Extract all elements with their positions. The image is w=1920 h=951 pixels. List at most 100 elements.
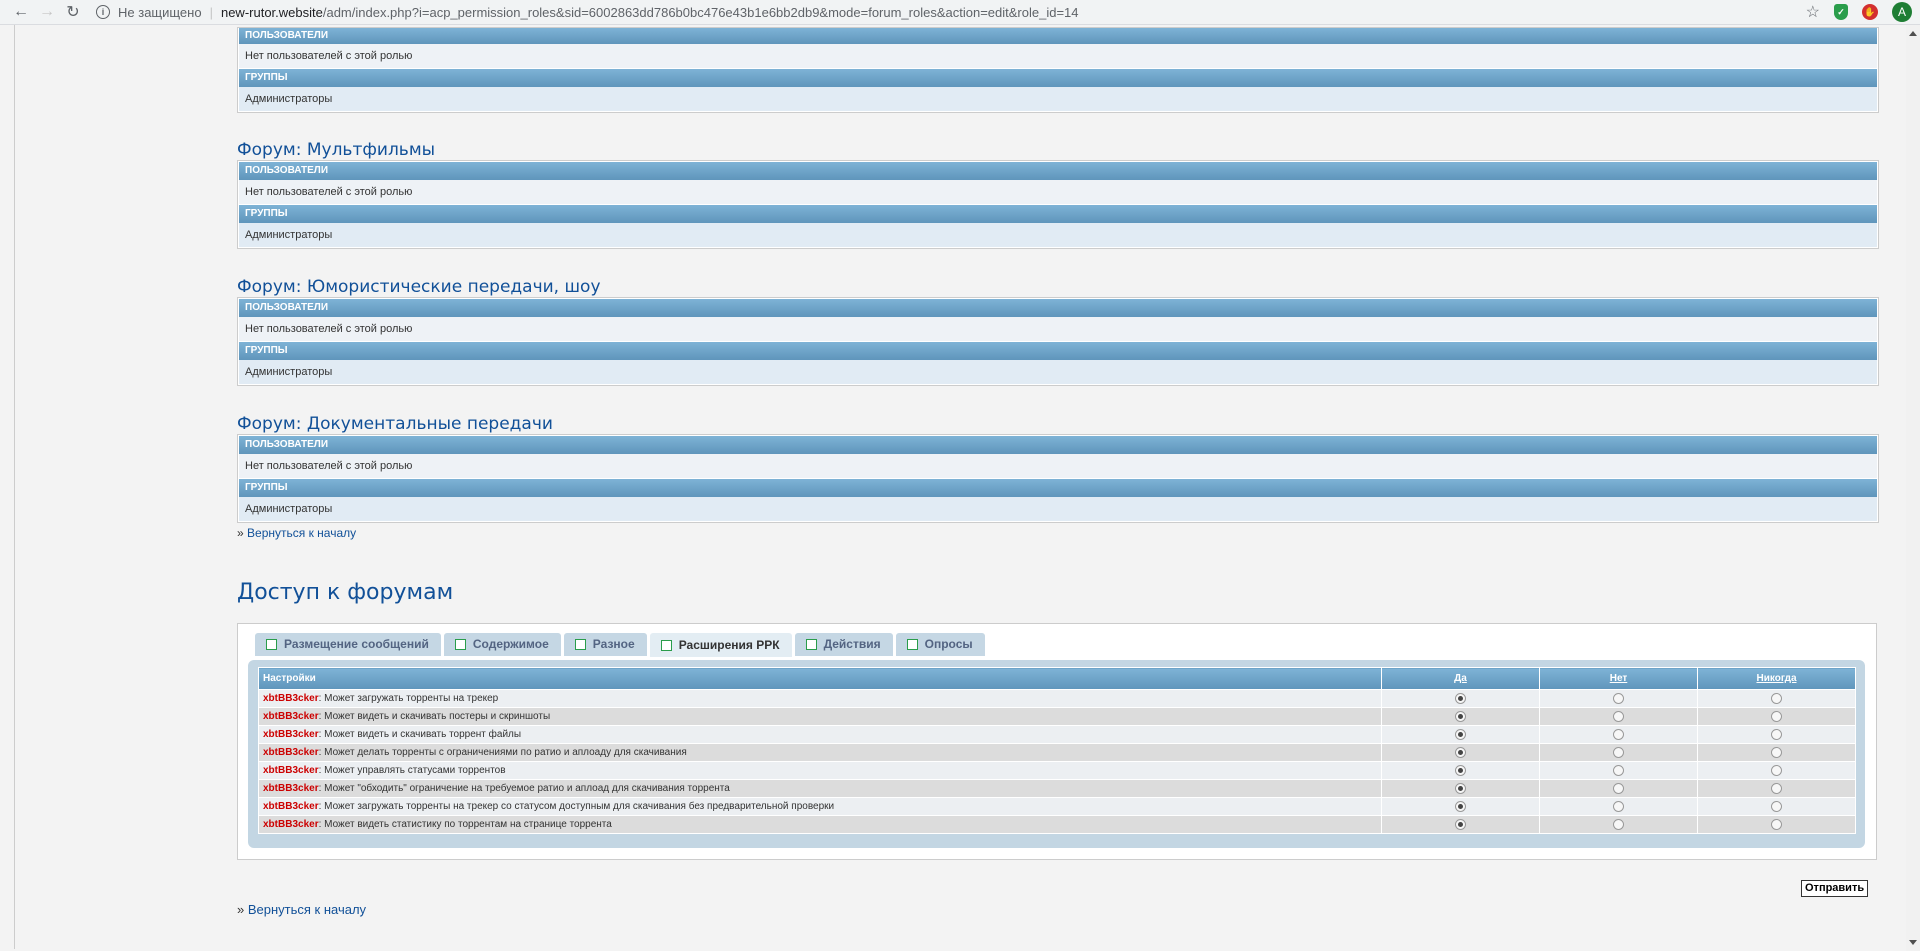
raquo-icon: »	[237, 902, 248, 917]
status-square-icon	[454, 639, 466, 650]
insecure-label[interactable]: Не защищено	[118, 5, 202, 20]
radio-no[interactable]	[1613, 800, 1624, 812]
permission-text: Может видеть и скачивать постеры и скрин…	[324, 711, 551, 722]
tab-rrk-extensions[interactable]: Расширения РРК	[649, 633, 792, 657]
url-path: /adm/index.php?i=acp_permission_roles&si…	[322, 4, 1079, 20]
groups-header: ГРУППЫ	[239, 479, 1877, 497]
forward-arrow-icon[interactable]: →	[34, 3, 60, 21]
tab-misc[interactable]: Разное	[563, 633, 647, 656]
radio-never[interactable]	[1771, 692, 1782, 704]
radio-never[interactable]	[1771, 728, 1782, 740]
radio-no[interactable]	[1613, 710, 1624, 722]
back-to-top-link[interactable]: » Вернуться к началу	[237, 902, 366, 917]
permission-row: xbtBB3cker: Может видеть и скачивать пос…	[258, 707, 1856, 726]
users-header: ПОЛЬЗОВАТЕЛИ	[239, 28, 1877, 44]
permission-row: xbtBB3cker: Может "обходить" ограничение…	[258, 779, 1856, 798]
groups-header: ГРУППЫ	[239, 69, 1877, 87]
users-value: Нет пользователей с этой ролью	[239, 44, 1877, 68]
radio-no[interactable]	[1613, 746, 1624, 758]
status-square-icon	[266, 639, 277, 650]
users-header: ПОЛЬЗОВАТЕЛИ	[239, 299, 1877, 317]
url-host: new-rutor.website	[220, 4, 323, 20]
radio-yes[interactable]	[1455, 764, 1466, 776]
permission-prefix: xbtBB3cker	[263, 747, 319, 758]
permission-row: xbtBB3cker: Может видеть статистику по т…	[258, 815, 1856, 834]
radio-cell-no	[1539, 761, 1698, 780]
tab-polls[interactable]: Опросы	[895, 633, 985, 656]
radio-never[interactable]	[1771, 818, 1782, 830]
permissions-panel: Размещение сообщений Содержимое Разное Р…	[237, 623, 1877, 860]
avatar[interactable]: A	[1892, 2, 1912, 22]
forum-block: ПОЛЬЗОВАТЕЛИ Нет пользователей с этой ро…	[237, 160, 1879, 249]
forum-title: Форум: Мультфильмы	[237, 140, 436, 160]
address-bar[interactable]: new-rutor.website/adm/index.php?i=acp_pe…	[221, 5, 1079, 20]
permission-tabs: Размещение сообщений Содержимое Разное Р…	[255, 633, 985, 657]
radio-never[interactable]	[1771, 710, 1782, 722]
bookmark-star-icon[interactable]: ☆	[1806, 2, 1820, 22]
tab-actions[interactable]: Действия	[794, 633, 893, 656]
users-value: Нет пользователей с этой ролью	[239, 317, 1877, 341]
scroll-down-arrow-icon[interactable]	[1909, 940, 1917, 945]
scrollbar[interactable]	[1906, 25, 1920, 951]
radio-yes[interactable]	[1455, 818, 1466, 830]
groups-value: Администраторы	[239, 497, 1877, 521]
shield-extension-icon[interactable]: ✓	[1834, 4, 1848, 20]
radio-no[interactable]	[1613, 764, 1624, 776]
radio-yes[interactable]	[1455, 710, 1466, 722]
radio-no[interactable]	[1613, 692, 1624, 704]
permission-prefix: xbtBB3cker	[263, 765, 319, 776]
back-to-top-link[interactable]: » Вернуться к началу	[237, 526, 356, 540]
permission-prefix: xbtBB3cker	[263, 801, 319, 812]
permission-row: xbtBB3cker: Может делать торренты с огра…	[258, 743, 1856, 762]
radio-cell-yes	[1381, 779, 1540, 798]
radio-no[interactable]	[1613, 728, 1624, 740]
permissions-table: Настройки Да Нет Никогда xbtBB3cker: Мож…	[258, 667, 1856, 834]
back-arrow-icon[interactable]: ←	[8, 3, 34, 21]
permission-label: xbtBB3cker: Может видеть и скачивать пос…	[258, 707, 1382, 726]
radio-cell-yes	[1381, 725, 1540, 744]
permission-label: xbtBB3cker: Может видеть статистику по т…	[258, 815, 1382, 834]
radio-cell-yes	[1381, 689, 1540, 708]
col-no-link[interactable]: Нет	[1539, 667, 1698, 690]
col-never-link[interactable]: Никогда	[1697, 667, 1856, 690]
radio-never[interactable]	[1771, 782, 1782, 794]
radio-cell-no	[1539, 815, 1698, 834]
url-separator: |	[209, 4, 213, 20]
radio-yes[interactable]	[1455, 782, 1466, 794]
radio-never[interactable]	[1771, 746, 1782, 758]
radio-no[interactable]	[1613, 782, 1624, 794]
radio-yes[interactable]	[1455, 692, 1466, 704]
submit-button[interactable]: Отправить	[1801, 880, 1869, 897]
col-yes-link[interactable]: Да	[1381, 667, 1540, 690]
groups-value: Администраторы	[239, 223, 1877, 247]
forum-block: ПОЛЬЗОВАТЕЛИ Нет пользователей с этой ро…	[237, 434, 1879, 523]
radio-cell-never	[1697, 815, 1856, 834]
tab-label: Содержимое	[472, 637, 549, 651]
stop-extension-icon[interactable]: ✋	[1862, 4, 1878, 20]
status-square-icon	[906, 639, 918, 650]
info-icon[interactable]: i	[96, 5, 110, 19]
radio-never[interactable]	[1771, 800, 1782, 812]
tab-posting[interactable]: Размещение сообщений	[255, 633, 441, 656]
status-square-icon	[805, 639, 817, 650]
tab-content[interactable]: Содержимое	[443, 633, 561, 656]
permission-text: Может загружать торренты на трекер	[324, 693, 499, 704]
radio-yes[interactable]	[1455, 728, 1466, 740]
reload-icon[interactable]: ↻	[60, 2, 86, 22]
scroll-up-arrow-icon[interactable]	[1909, 31, 1917, 36]
radio-no[interactable]	[1613, 818, 1624, 830]
permission-prefix: xbtBB3cker	[263, 783, 319, 794]
permission-prefix: xbtBB3cker	[263, 819, 319, 830]
users-value: Нет пользователей с этой ролью	[239, 180, 1877, 204]
radio-cell-no	[1539, 797, 1698, 816]
radio-cell-no	[1539, 707, 1698, 726]
radio-never[interactable]	[1771, 764, 1782, 776]
radio-yes[interactable]	[1455, 800, 1466, 812]
permission-row: xbtBB3cker: Может загружать торренты на …	[258, 797, 1856, 816]
radio-cell-yes	[1381, 707, 1540, 726]
radio-cell-never	[1697, 689, 1856, 708]
radio-yes[interactable]	[1455, 746, 1466, 758]
permission-text: Может видеть статистику по торрентам на …	[324, 819, 612, 830]
section-title: Доступ к форумам	[237, 580, 454, 605]
permission-label: xbtBB3cker: Может "обходить" ограничение…	[258, 779, 1382, 798]
